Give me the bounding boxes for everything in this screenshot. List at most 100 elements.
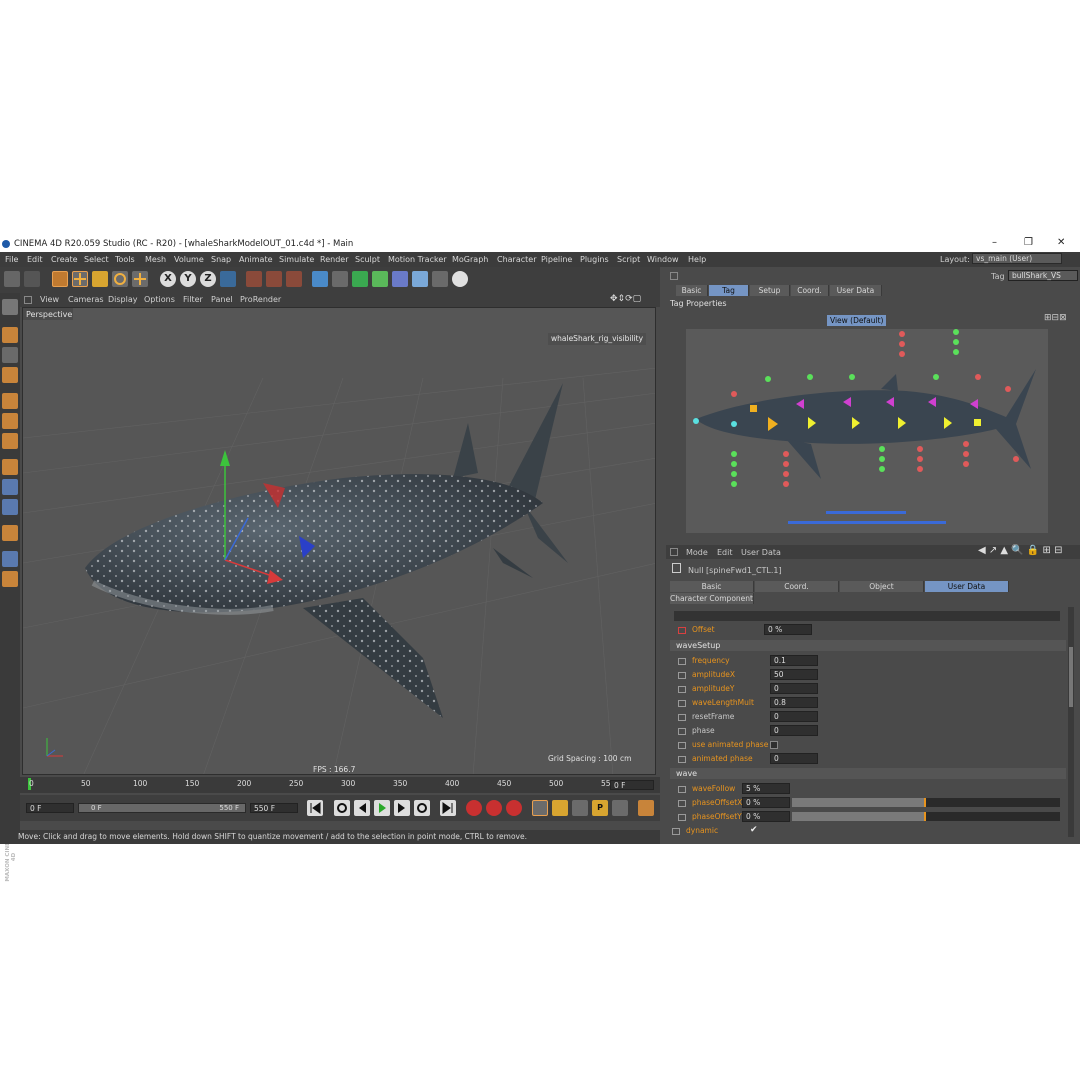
texture-mode-button[interactable] (2, 347, 18, 363)
snap-button[interactable] (2, 499, 18, 515)
go-to-end-button[interactable] (440, 800, 456, 816)
section-wave[interactable]: wave (670, 768, 1066, 779)
menu-animate[interactable]: Animate (239, 255, 273, 264)
add-tool-button[interactable] (132, 271, 148, 287)
tab-tag[interactable]: Tag (709, 285, 749, 296)
preview-start-field[interactable]: 0 F (26, 803, 74, 813)
autokey-button[interactable] (486, 800, 502, 816)
current-frame-field[interactable]: 0 F (610, 780, 654, 790)
y-axis-lock-button[interactable]: Y (180, 271, 196, 287)
make-editable-button[interactable] (2, 299, 18, 315)
redo-button[interactable] (24, 271, 40, 287)
attr-tab-object[interactable]: Object (840, 581, 924, 592)
render-settings-button[interactable] (286, 271, 302, 287)
play-button[interactable] (374, 800, 390, 816)
menu-sculpt[interactable]: Sculpt (355, 255, 380, 264)
wavesetup-prop-value[interactable]: 0.1 (770, 655, 818, 666)
keyframe-icon[interactable] (678, 700, 686, 707)
subdivision-button[interactable] (352, 271, 368, 287)
floor-button[interactable] (412, 271, 428, 287)
menu-mograph[interactable]: MoGraph (452, 255, 488, 264)
attributes-menu-mode[interactable]: Mode (686, 548, 708, 557)
menu-volume[interactable]: Volume (174, 255, 204, 264)
preview-range-slider[interactable]: 0 F 550 F (78, 803, 246, 813)
menu-create[interactable]: Create (51, 255, 78, 264)
keyframe-icon[interactable] (678, 728, 686, 735)
attr-tab-character-component[interactable]: Character Component (670, 593, 754, 604)
next-key-button[interactable] (414, 800, 430, 816)
menu-pipeline[interactable]: Pipeline (541, 255, 572, 264)
keyframe-icon[interactable] (678, 627, 686, 634)
tab-basic[interactable]: Basic (676, 285, 708, 296)
keyframe-icon[interactable] (678, 672, 686, 679)
keyframe-icon[interactable] (678, 814, 686, 821)
undo-button[interactable] (4, 271, 20, 287)
menu-tools[interactable]: Tools (115, 255, 135, 264)
wavesetup-prop-value[interactable]: 0 (770, 753, 818, 764)
cloner-button[interactable] (372, 271, 388, 287)
menu-plugins[interactable]: Plugins (580, 255, 609, 264)
viewport-menu-display[interactable]: Display (108, 295, 138, 304)
render-picture-viewer-button[interactable] (266, 271, 282, 287)
z-axis-lock-button[interactable]: Z (200, 271, 216, 287)
keyframe-icon[interactable] (678, 800, 686, 807)
close-button[interactable]: ✕ (1057, 237, 1065, 248)
tab-setup[interactable]: Setup (750, 285, 790, 296)
coordinate-system-button[interactable] (220, 271, 236, 287)
wave-prop-value[interactable]: 0 % (742, 811, 790, 822)
viewport-menu-cameras[interactable]: Cameras (68, 295, 104, 304)
keyframe-icon[interactable] (678, 742, 686, 749)
keyframe-icon[interactable] (678, 686, 686, 693)
light-button[interactable] (452, 271, 468, 287)
use-animated-phase-checkbox[interactable] (770, 741, 778, 749)
menu-select[interactable]: Select (84, 255, 109, 264)
attributes-nav-icons[interactable]: ◀ ↗ ▲ 🔍 🔒 ⊞ ⊟ (978, 545, 1063, 556)
menu-simulate[interactable]: Simulate (279, 255, 314, 264)
wave-prop-slider[interactable] (792, 812, 1060, 821)
keyframe-icon[interactable] (678, 714, 686, 721)
view-default-button[interactable]: View (Default) (827, 315, 887, 326)
record-button[interactable] (466, 800, 482, 816)
menu-render[interactable]: Render (320, 255, 348, 264)
menu-edit[interactable]: Edit (27, 255, 43, 264)
viewport-menu-filter[interactable]: Filter (183, 295, 203, 304)
cube-object-button[interactable] (312, 271, 328, 287)
keyframe-icon[interactable] (678, 658, 686, 665)
axis-mode-button[interactable] (2, 459, 18, 475)
wave-prop-value[interactable]: 5 % (742, 783, 790, 794)
edges-mode-button[interactable] (2, 413, 18, 429)
layout-select[interactable]: vs_main (User) (972, 253, 1062, 264)
wavesetup-prop-value[interactable]: 0 (770, 683, 818, 694)
x-axis-lock-button[interactable]: X (160, 271, 176, 287)
key-rotation-button[interactable] (572, 800, 588, 816)
maximize-button[interactable]: ❐ (1024, 237, 1033, 248)
menu-file[interactable]: File (5, 255, 18, 264)
camera-button[interactable] (432, 271, 448, 287)
timeline-ruler[interactable]: 0 50 100 150 200 250 300 350 400 450 500 550 0 F (20, 777, 660, 793)
whale-shark-model[interactable] (85, 383, 568, 718)
polygons-mode-button[interactable] (2, 433, 18, 449)
move-tool-button[interactable] (72, 271, 88, 287)
viewport-menu-view[interactable]: View (40, 295, 59, 304)
viewport-navigation-icon[interactable]: ✥⇕⟳▢ (610, 294, 641, 304)
section-wavesetup[interactable]: waveSetup (670, 640, 1066, 651)
key-position-button[interactable] (532, 800, 548, 816)
attributes-menu-edit[interactable]: Edit (717, 548, 733, 557)
next-frame-button[interactable] (394, 800, 410, 816)
offset-value[interactable]: 0 % (764, 624, 812, 635)
menu-character[interactable]: Character (497, 255, 537, 264)
viewport-menu-panel[interactable]: Panel (211, 295, 233, 304)
tab-user-data[interactable]: User Data (830, 285, 882, 296)
tweak-mode-button[interactable] (2, 479, 18, 495)
scale-tool-button[interactable] (92, 271, 108, 287)
key-scale-button[interactable] (552, 800, 568, 816)
rotate-tool-button[interactable] (112, 271, 128, 287)
preview-view-icons[interactable]: ⊞⊟⊠ (1044, 313, 1067, 323)
attr-tab-basic[interactable]: Basic (670, 581, 754, 592)
model-mode-button[interactable] (2, 327, 18, 343)
workplane-mode-button[interactable] (2, 367, 18, 383)
menu-mesh[interactable]: Mesh (145, 255, 166, 264)
keyframe-icon[interactable] (672, 828, 680, 835)
render-view-button[interactable] (246, 271, 262, 287)
select-tool-button[interactable] (52, 271, 68, 287)
